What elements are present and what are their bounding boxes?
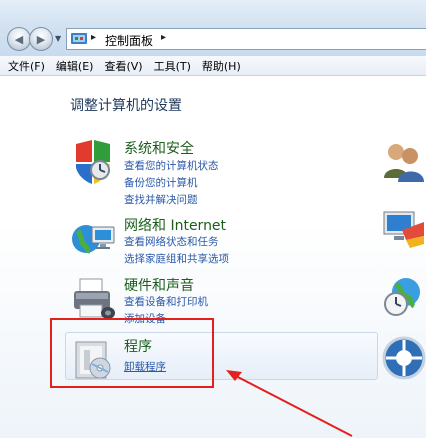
breadcrumb-control-panel[interactable]: 控制面板 bbox=[105, 32, 153, 49]
clock-globe-icon[interactable] bbox=[380, 274, 426, 320]
annotation-arrow bbox=[226, 370, 353, 437]
menu-view[interactable]: 查看(V) bbox=[104, 58, 142, 74]
address-box[interactable]: ▸ 控制面板 ▸ bbox=[66, 28, 426, 50]
control-panel-content: 调整计算机的设置 系统和安全 查看您的计算机状态 备份您的计算机 查找并解决问题… bbox=[0, 76, 426, 438]
back-button[interactable]: ◀ bbox=[7, 27, 31, 51]
menu-tools[interactable]: 工具(T) bbox=[154, 58, 191, 74]
breadcrumb-separator[interactable]: ▸ bbox=[91, 32, 96, 43]
breadcrumb-separator[interactable]: ▸ bbox=[161, 32, 166, 43]
arrow-left-icon: ◀ bbox=[14, 32, 24, 46]
user-accounts-icon[interactable] bbox=[380, 138, 426, 184]
menu-edit[interactable]: 编辑(E) bbox=[56, 58, 94, 74]
recent-pages-chevron-down-icon[interactable]: ▼ bbox=[55, 34, 61, 43]
forward-button[interactable]: ▶ bbox=[29, 27, 53, 51]
navigation-bar: ◀ ▶ ▼ ▸ 控制面板 ▸ bbox=[0, 0, 426, 56]
appearance-icon[interactable] bbox=[380, 206, 426, 252]
ease-of-access-icon[interactable] bbox=[380, 334, 426, 380]
control-panel-icon bbox=[71, 33, 87, 44]
menu-file[interactable]: 文件(F) bbox=[8, 58, 45, 74]
menu-help[interactable]: 帮助(H) bbox=[202, 58, 241, 74]
menu-bar: 文件(F) 编辑(E) 查看(V) 工具(T) 帮助(H) bbox=[0, 56, 426, 76]
arrow-right-icon: ▶ bbox=[36, 32, 46, 46]
